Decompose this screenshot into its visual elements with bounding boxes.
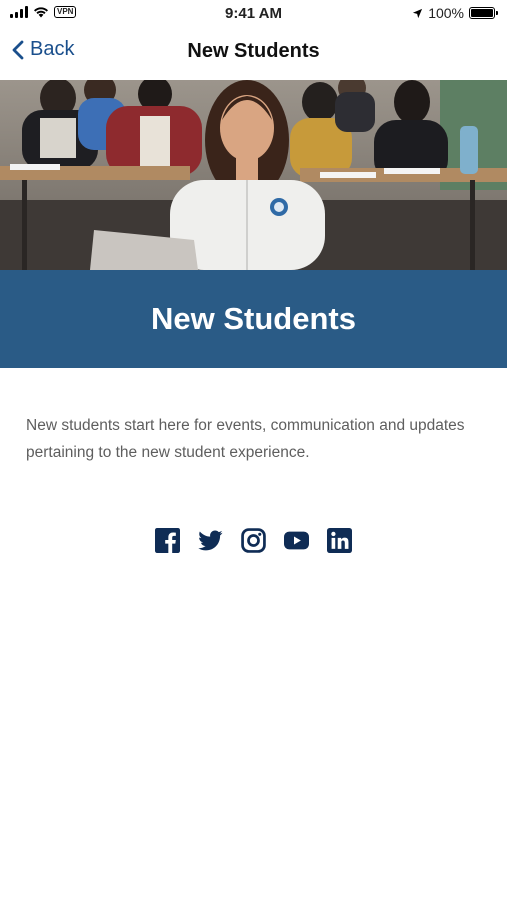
page-description: New students start here for events, comm… <box>26 417 465 461</box>
page-banner: New Students <box>0 270 507 368</box>
banner-title: New Students <box>151 301 356 336</box>
battery-percent: 100% <box>428 5 464 21</box>
social-links <box>0 528 507 553</box>
classroom-photo <box>0 80 507 270</box>
status-right: 100% <box>412 5 498 21</box>
nav-title: New Students <box>187 40 320 62</box>
facebook-icon[interactable] <box>155 528 180 553</box>
twitter-icon[interactable] <box>198 528 223 553</box>
linkedin-icon[interactable] <box>327 528 352 553</box>
location-arrow-icon <box>413 8 423 18</box>
navigation-bar: Back New Students <box>0 28 507 78</box>
hero-image <box>0 80 507 270</box>
status-bar: VPN 9:41 AM 100% <box>0 0 507 28</box>
battery-icon <box>469 7 498 19</box>
instagram-icon[interactable] <box>241 528 266 553</box>
youtube-icon[interactable] <box>284 528 309 553</box>
